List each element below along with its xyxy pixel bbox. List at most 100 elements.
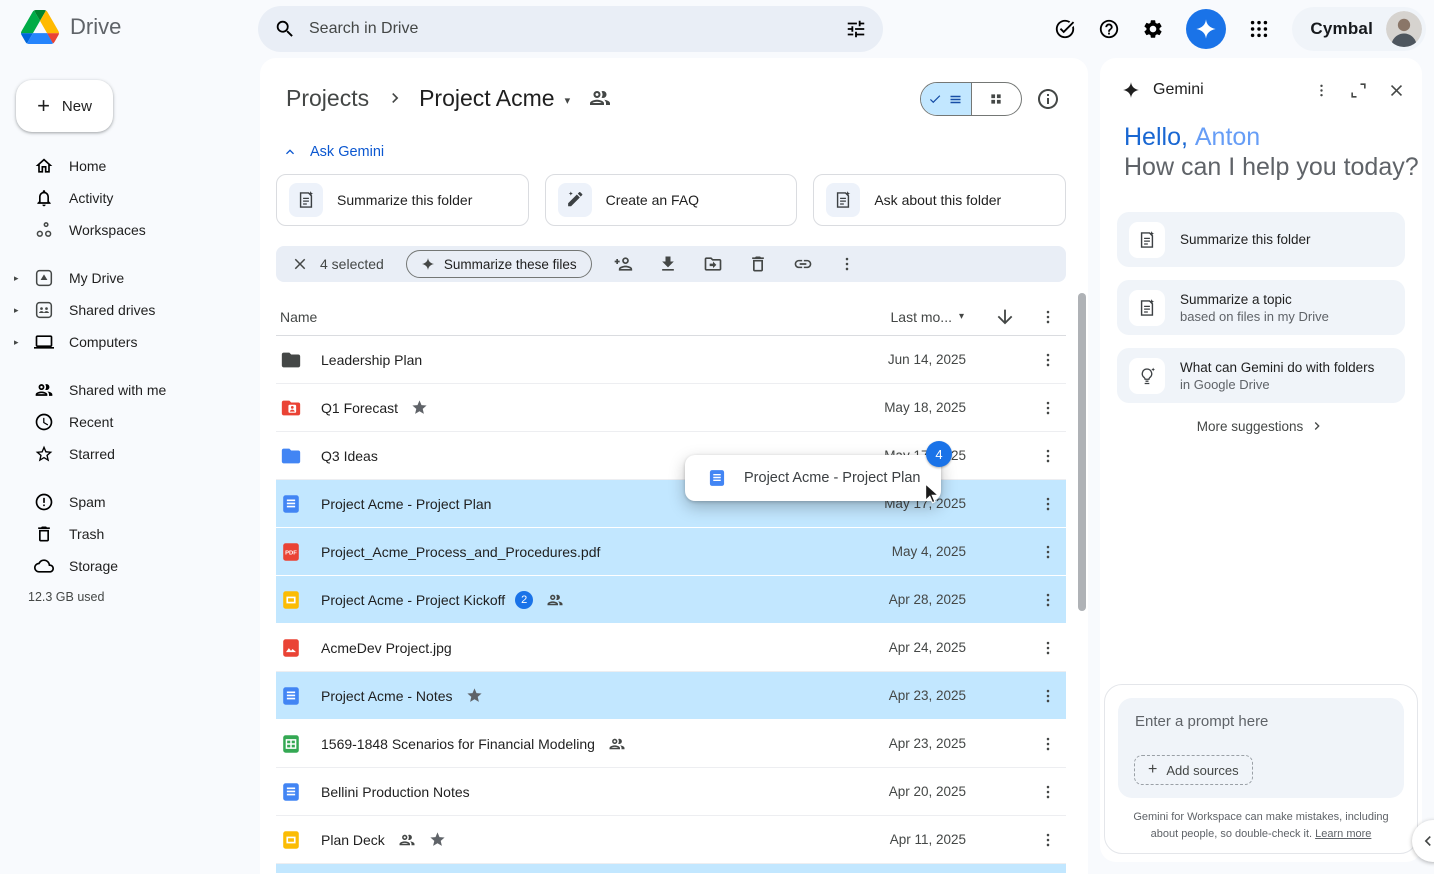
list-view-button[interactable]: [921, 83, 972, 115]
sidebar-item-shared-drives[interactable]: ▸ Shared drives: [0, 294, 260, 326]
share-person-add-icon[interactable]: [613, 254, 633, 274]
home-icon: [34, 156, 54, 176]
sidebar-item-starred[interactable]: Starred: [0, 438, 260, 470]
search-bar[interactable]: [258, 6, 883, 52]
more-actions-icon[interactable]: [838, 254, 856, 274]
suggestion-summarize-topic[interactable]: Summarize a topic based on files in my D…: [1117, 280, 1405, 335]
file-row[interactable]: Q1 Forecast May 18, 2025: [276, 384, 1066, 432]
folder-menu-caret-icon[interactable]: ▾: [565, 94, 571, 107]
row-more-icon[interactable]: [1036, 588, 1060, 612]
row-more-icon[interactable]: [1036, 492, 1060, 516]
file-row[interactable]: Plan Deck Apr 11, 2025: [276, 816, 1066, 864]
sidebar-item-workspaces[interactable]: Workspaces: [0, 214, 260, 246]
sidebar-item-recent[interactable]: Recent: [0, 406, 260, 438]
breadcrumb-current[interactable]: Project Acme: [411, 83, 559, 114]
row-more-icon[interactable]: [1036, 780, 1060, 804]
row-more-icon[interactable]: [1036, 396, 1060, 420]
chip-create-faq[interactable]: Create an FAQ: [545, 174, 798, 226]
top-bar: Drive Cymbal: [0, 0, 1434, 58]
clock-icon: [34, 412, 54, 432]
row-more-icon[interactable]: [1036, 828, 1060, 852]
suggestion-summarize-folder[interactable]: Summarize this folder: [1117, 212, 1405, 267]
list-scrollbar[interactable]: [1078, 293, 1086, 611]
file-row-selected[interactable]: Project Acme - Project Plan May 17, 2025: [276, 480, 1066, 528]
grid-view-button[interactable]: [972, 83, 1022, 115]
sidebar-item-home[interactable]: Home: [0, 150, 260, 182]
sort-direction-icon[interactable]: [994, 306, 1016, 328]
drive-logo[interactable]: Drive: [21, 10, 121, 44]
file-row[interactable]: Leadership Plan Jun 14, 2025: [276, 336, 1066, 384]
info-icon[interactable]: [1036, 87, 1060, 111]
expand-caret-icon[interactable]: ▸: [14, 337, 19, 348]
folder-members-icon[interactable]: [588, 86, 612, 110]
copy-link-icon[interactable]: [793, 254, 813, 274]
trash-icon[interactable]: [748, 254, 768, 274]
new-button[interactable]: + New: [16, 80, 113, 132]
row-more-icon[interactable]: [1036, 732, 1060, 756]
table-options-icon[interactable]: [1036, 305, 1060, 329]
panel-more-icon[interactable]: [1313, 81, 1330, 100]
search-filters-icon[interactable]: [845, 18, 867, 40]
expand-caret-icon[interactable]: ▸: [14, 305, 19, 316]
summarize-files-button[interactable]: Summarize these files: [406, 250, 592, 278]
sidebar-item-spam[interactable]: Spam: [0, 486, 260, 518]
doc-sparkle-icon: [826, 183, 860, 217]
sidebar-item-shared-with-me[interactable]: Shared with me: [0, 374, 260, 406]
prompt-input[interactable]: Enter a prompt here + Add sources: [1118, 698, 1404, 798]
move-to-folder-icon[interactable]: [703, 254, 723, 274]
view-toggle[interactable]: [920, 82, 1022, 116]
sidebar-item-my-drive[interactable]: ▸ My Drive: [0, 262, 260, 294]
add-sources-button[interactable]: + Add sources: [1134, 755, 1253, 785]
search-icon[interactable]: [274, 18, 296, 40]
modified-column-header[interactable]: Last mo... ▾: [891, 309, 965, 325]
sidebar-item-activity[interactable]: Activity: [0, 182, 260, 214]
greeting-name: Anton: [1195, 123, 1260, 151]
file-row-selected[interactable]: Project_Acme_Process_and_Procedures.pdf …: [276, 528, 1066, 576]
doc-sparkle-icon: [1129, 290, 1165, 326]
file-row[interactable]: Bellini Production Notes Apr 20, 2025: [276, 768, 1066, 816]
avatar[interactable]: [1386, 11, 1422, 47]
chip-ask-about-folder[interactable]: Ask about this folder: [813, 174, 1066, 226]
clear-selection-button[interactable]: [286, 250, 314, 278]
row-more-icon[interactable]: [1036, 636, 1060, 660]
help-icon[interactable]: [1098, 18, 1120, 40]
apps-grid-icon[interactable]: [1248, 18, 1270, 40]
sidebar-item-trash[interactable]: Trash: [0, 518, 260, 550]
sidebar-item-label: Storage: [69, 558, 118, 574]
row-more-icon[interactable]: [1036, 348, 1060, 372]
settings-gear-icon[interactable]: [1142, 18, 1164, 40]
more-suggestions-link[interactable]: More suggestions: [1100, 418, 1422, 434]
google-docs-icon: [280, 781, 302, 803]
star-icon: [429, 831, 446, 848]
selection-count: 4 selected: [320, 256, 384, 272]
suggestion-subtitle: in Google Drive: [1180, 377, 1374, 392]
offline-status-icon[interactable]: [1054, 18, 1076, 40]
comment-count-badge: 2: [515, 591, 533, 609]
row-more-icon[interactable]: [1036, 540, 1060, 564]
file-name: AcmeDev Project.jpg: [321, 640, 452, 656]
chip-summarize-folder[interactable]: Summarize this folder: [276, 174, 529, 226]
row-more-icon[interactable]: [1036, 444, 1060, 468]
suggestion-title: Summarize a topic: [1180, 292, 1329, 307]
file-row[interactable]: AcmeDev Project.jpg Apr 24, 2025: [276, 624, 1066, 672]
search-input[interactable]: [309, 20, 832, 38]
gemini-suggestion-cards: Summarize this folder Summarize a topic …: [1117, 212, 1405, 403]
expand-caret-icon[interactable]: ▸: [14, 273, 19, 284]
file-row-selected[interactable]: Project Acme - Notes Apr 23, 2025: [276, 672, 1066, 720]
file-row[interactable]: 1569-1848 Scenarios for Financial Modeli…: [276, 720, 1066, 768]
file-name: 1569-1848 Scenarios for Financial Modeli…: [321, 736, 595, 752]
sidebar-item-computers[interactable]: ▸ Computers: [0, 326, 260, 358]
sidebar-item-storage[interactable]: Storage: [0, 550, 260, 582]
file-row-selected[interactable]: Project Acme - Project Kickoff 2 Apr 28,…: [276, 576, 1066, 624]
learn-more-link[interactable]: Learn more: [1315, 828, 1371, 840]
account-pill[interactable]: Cymbal: [1292, 7, 1426, 51]
breadcrumb-parent[interactable]: Projects: [276, 83, 379, 114]
gemini-button[interactable]: [1186, 9, 1226, 49]
download-icon[interactable]: [658, 254, 678, 274]
name-column-header[interactable]: Name: [280, 309, 317, 325]
ask-gemini-toggle[interactable]: Ask Gemini: [282, 144, 384, 160]
expand-panel-icon[interactable]: [1349, 81, 1368, 100]
close-panel-icon[interactable]: [1387, 81, 1406, 100]
row-more-icon[interactable]: [1036, 684, 1060, 708]
suggestion-gemini-folders[interactable]: What can Gemini do with folders in Googl…: [1117, 348, 1405, 403]
